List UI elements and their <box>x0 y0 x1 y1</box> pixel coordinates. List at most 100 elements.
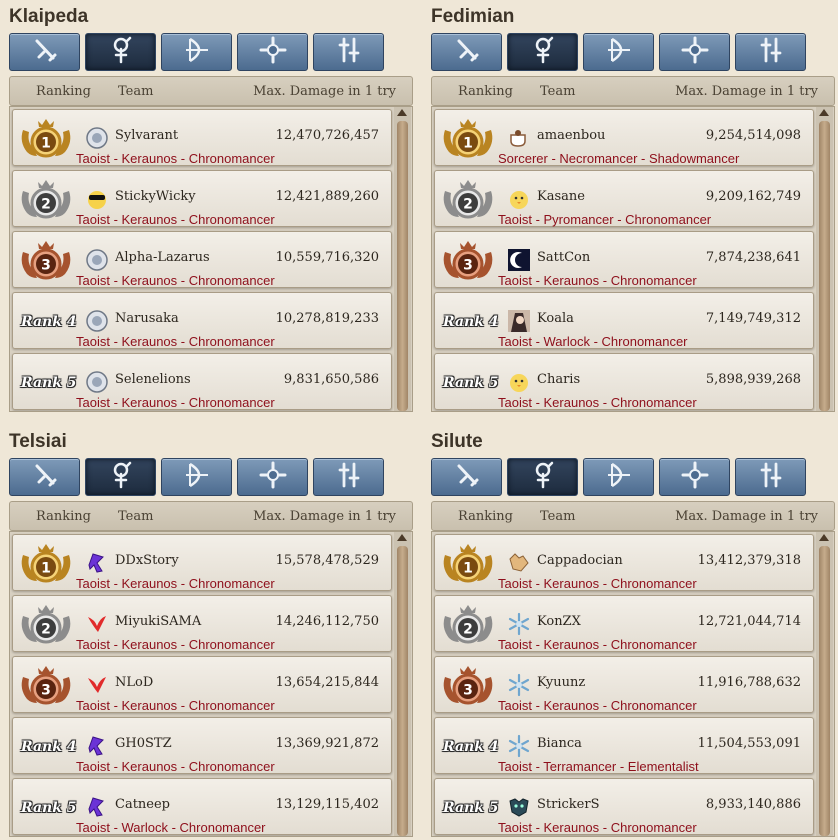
medal-number: 3 <box>463 683 473 699</box>
tab-scout-class[interactable] <box>735 458 806 496</box>
class-combo: Taoist - Warlock - Chronomancer <box>498 334 688 349</box>
tab-sword-class[interactable] <box>9 33 80 71</box>
tab-sword-class[interactable] <box>9 458 80 496</box>
archer-class-icon <box>182 35 212 69</box>
ranking-row[interactable]: Rank 5 Charis 5,898,939,268 Taoist - Keraun… <box>434 353 814 410</box>
tab-wizard-class[interactable] <box>507 458 578 496</box>
ranking-list: 1 DDxStory 15,578,478,529 Taoist - Keraunos… <box>9 531 413 837</box>
scroll-up-icon[interactable] <box>819 534 829 541</box>
player-name: NLoD <box>115 675 154 690</box>
scroll-thumb[interactable] <box>397 546 408 836</box>
ranking-row[interactable]: 1 amaenbou 9,254,514,098 Sorcerer - Necroma… <box>434 109 814 166</box>
ranking-row[interactable]: 1 Sylvarant 12,470,726,457 Taoist - Kerauno… <box>12 109 392 166</box>
ranking-row[interactable]: Rank 4 Koala 7,149,749,312 Taoist - Warlock… <box>434 292 814 349</box>
scroll-thumb[interactable] <box>397 121 408 411</box>
ranking-header: Ranking Team Max. Damage in 1 try <box>9 501 413 531</box>
tab-archer-class[interactable] <box>161 33 232 71</box>
tab-sword-class[interactable] <box>431 458 502 496</box>
tab-archer-class[interactable] <box>583 458 654 496</box>
header-ranking: Ranking <box>36 509 91 524</box>
tab-sword-class[interactable] <box>431 33 502 71</box>
scrollbar[interactable] <box>816 532 833 836</box>
scroll-thumb[interactable] <box>819 546 830 836</box>
max-damage: 15,578,478,529 <box>275 553 379 568</box>
rank-label: Rank 5 <box>443 375 499 391</box>
class-tabs <box>9 458 411 496</box>
ranking-row[interactable]: 2 KonZX 12,721,044,714 Taoist - Keraunos - … <box>434 595 814 652</box>
class-combo: Taoist - Keraunos - Chronomancer <box>498 637 697 652</box>
medal-number: 3 <box>41 683 51 699</box>
tab-wizard-class[interactable] <box>85 33 156 71</box>
player-name: Kasane <box>537 189 585 204</box>
max-damage: 13,412,379,318 <box>697 553 801 568</box>
class-combo: Sorcerer - Necromancer - Shadowmancer <box>498 151 740 166</box>
rank-label: Rank 4 <box>21 314 77 330</box>
sunglasses-chick-icon <box>85 187 109 211</box>
tab-scout-class[interactable] <box>735 33 806 71</box>
medal-number: 2 <box>41 197 51 213</box>
class-tabs <box>431 33 833 71</box>
ranking-row[interactable]: 1 DDxStory 15,578,478,529 Taoist - Keraunos… <box>12 534 392 591</box>
scroll-up-icon[interactable] <box>397 109 407 116</box>
player-name: GH0STZ <box>115 736 172 751</box>
gold-medal-icon: 1 <box>439 116 497 162</box>
ranking-row[interactable]: Rank 5 StrickerS 8,933,140,886 Taoist - Ker… <box>434 778 814 835</box>
ranking-row[interactable]: Rank 5 Catneep 13,129,115,402 Taoist - Warl… <box>12 778 392 835</box>
scroll-up-icon[interactable] <box>397 534 407 541</box>
player-name: Kyuunz <box>537 675 586 690</box>
teacup-icon <box>507 126 531 150</box>
scrollbar[interactable] <box>394 107 411 411</box>
scrollbar[interactable] <box>394 532 411 836</box>
player-name: Selenelions <box>115 372 191 387</box>
max-damage: 13,369,921,872 <box>275 736 379 751</box>
class-combo: Taoist - Keraunos - Chronomancer <box>76 637 275 652</box>
server-title: Klaipeda <box>9 6 89 27</box>
medal-number: 3 <box>463 258 473 274</box>
ranking-row[interactable]: 2 StickyWicky 12,421,889,260 Taoist - Kerau… <box>12 170 392 227</box>
tab-cleric-class[interactable] <box>659 33 730 71</box>
player-name: Bianca <box>537 736 582 751</box>
ranking-header: Ranking Team Max. Damage in 1 try <box>9 76 413 106</box>
header-ranking: Ranking <box>36 84 91 99</box>
tab-archer-class[interactable] <box>161 458 232 496</box>
player-name: MiyukiSAMA <box>115 614 202 629</box>
tab-cleric-class[interactable] <box>237 458 308 496</box>
ranking-row[interactable]: 2 MiyukiSAMA 14,246,112,750 Taoist - Keraun… <box>12 595 392 652</box>
tab-scout-class[interactable] <box>313 33 384 71</box>
snowflake-icon <box>507 612 531 636</box>
ranking-row[interactable]: 3 NLoD 13,654,215,844 Taoist - Keraunos - C… <box>12 656 392 713</box>
tab-wizard-class[interactable] <box>85 458 156 496</box>
wizard-class-icon <box>528 460 558 494</box>
sword-class-icon <box>30 35 60 69</box>
ranking-row[interactable]: Rank 4 Bianca 11,504,553,091 Taoist - Terra… <box>434 717 814 774</box>
medal-number: 2 <box>463 622 473 638</box>
scroll-thumb[interactable] <box>819 121 830 411</box>
tab-cleric-class[interactable] <box>659 458 730 496</box>
ranking-row[interactable]: Rank 4 GH0STZ 13,369,921,872 Taoist - Kerau… <box>12 717 392 774</box>
ranking-row[interactable]: Rank 5 Selenelions 9,831,650,586 Taoist - K… <box>12 353 392 410</box>
ranking-header: Ranking Team Max. Damage in 1 try <box>431 76 835 106</box>
ranking-row[interactable]: Rank 4 Narusaka 10,278,819,233 Taoist - Ker… <box>12 292 392 349</box>
tab-scout-class[interactable] <box>313 458 384 496</box>
scroll-up-icon[interactable] <box>819 109 829 116</box>
tab-wizard-class[interactable] <box>507 33 578 71</box>
tab-cleric-class[interactable] <box>237 33 308 71</box>
sword-class-icon <box>30 460 60 494</box>
purple-figure-icon <box>85 795 109 819</box>
ranking-list: 1 amaenbou 9,254,514,098 Sorcerer - Necroma… <box>431 106 835 412</box>
wizard-class-icon <box>528 35 558 69</box>
ranking-row[interactable]: 1 Cappadocian 13,412,379,318 Taoist - Kerau… <box>434 534 814 591</box>
scrollbar[interactable] <box>816 107 833 411</box>
class-combo: Taoist - Keraunos - Chronomancer <box>76 759 275 774</box>
ranking-row[interactable]: 3 Kyuunz 11,916,788,632 Taoist - Keraunos -… <box>434 656 814 713</box>
bronze-medal-icon: 3 <box>17 238 75 284</box>
class-combo: Taoist - Keraunos - Chronomancer <box>498 698 697 713</box>
class-combo: Taoist - Pyromancer - Chronomancer <box>498 212 712 227</box>
sword-class-icon <box>452 460 482 494</box>
ranking-row[interactable]: 2 Kasane 9,209,162,749 Taoist - Pyromancer … <box>434 170 814 227</box>
ranking-row[interactable]: 3 Alpha-Lazarus 10,559,716,320 Taoist - Ker… <box>12 231 392 288</box>
medal-number: 1 <box>463 136 473 152</box>
ranking-row[interactable]: 3 SattCon 7,874,238,641 Taoist - Keraunos -… <box>434 231 814 288</box>
class-combo: Taoist - Warlock - Chronomancer <box>76 820 266 835</box>
tab-archer-class[interactable] <box>583 33 654 71</box>
